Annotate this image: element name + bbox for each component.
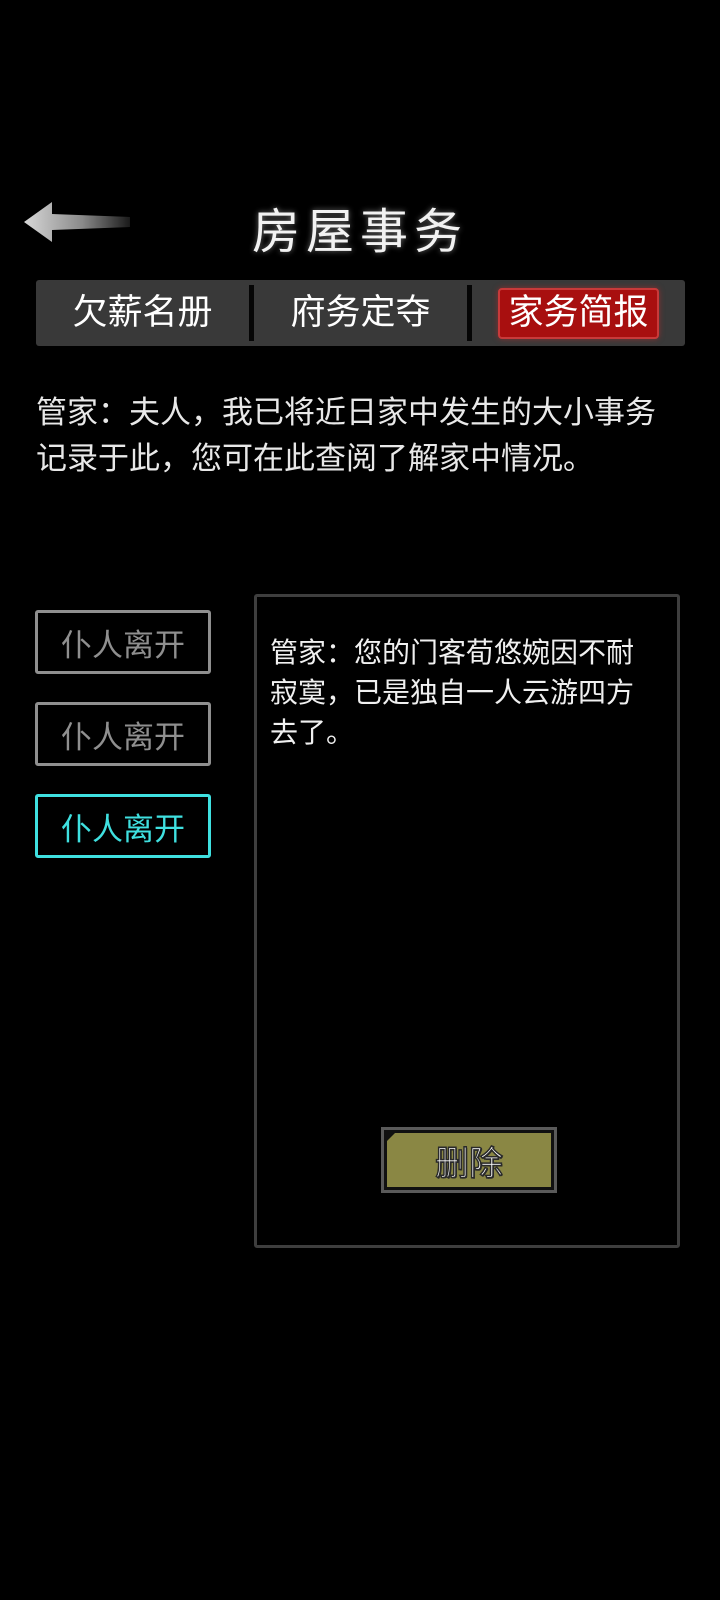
tab-label: 欠薪名册	[72, 292, 213, 333]
delete-button-face: 删除	[387, 1133, 551, 1187]
list-item-label: 仆人离开	[61, 719, 185, 756]
tab-household-brief[interactable]: 家务简报	[472, 280, 685, 346]
tab-label: 家务简报	[498, 287, 659, 339]
steward-intro-text: 管家：夫人，我已将近日家中发生的大小事务记录于此，您可在此查阅了解家中情况。	[36, 395, 656, 477]
page-title: 房屋事务	[251, 204, 468, 260]
delete-button[interactable]: 删除	[381, 1127, 557, 1193]
list-item[interactable]: 仆人离开	[35, 610, 211, 674]
event-list: 仆人离开 仆人离开 仆人离开	[35, 610, 211, 886]
delete-button-label: 删除	[434, 1143, 504, 1185]
tab-mansion-decisions[interactable]: 府务定夺	[254, 280, 467, 346]
list-item-label: 仆人离开	[61, 811, 185, 848]
list-item[interactable]: 仆人离开	[35, 702, 211, 766]
tab-label: 府务定夺	[290, 292, 431, 333]
list-item-selected[interactable]: 仆人离开	[35, 794, 211, 858]
tab-unpaid-wages[interactable]: 欠薪名册	[36, 280, 249, 346]
detail-panel: 管家：您的门客荀悠婉因不耐寂寞，已是独自一人云游四方去了。 删除	[254, 594, 680, 1248]
tab-bar: 欠薪名册 府务定夺 家务简报	[36, 280, 685, 346]
list-item-label: 仆人离开	[61, 627, 185, 664]
detail-text: 管家：您的门客荀悠婉因不耐寂寞，已是独自一人云游四方去了。	[270, 636, 635, 749]
